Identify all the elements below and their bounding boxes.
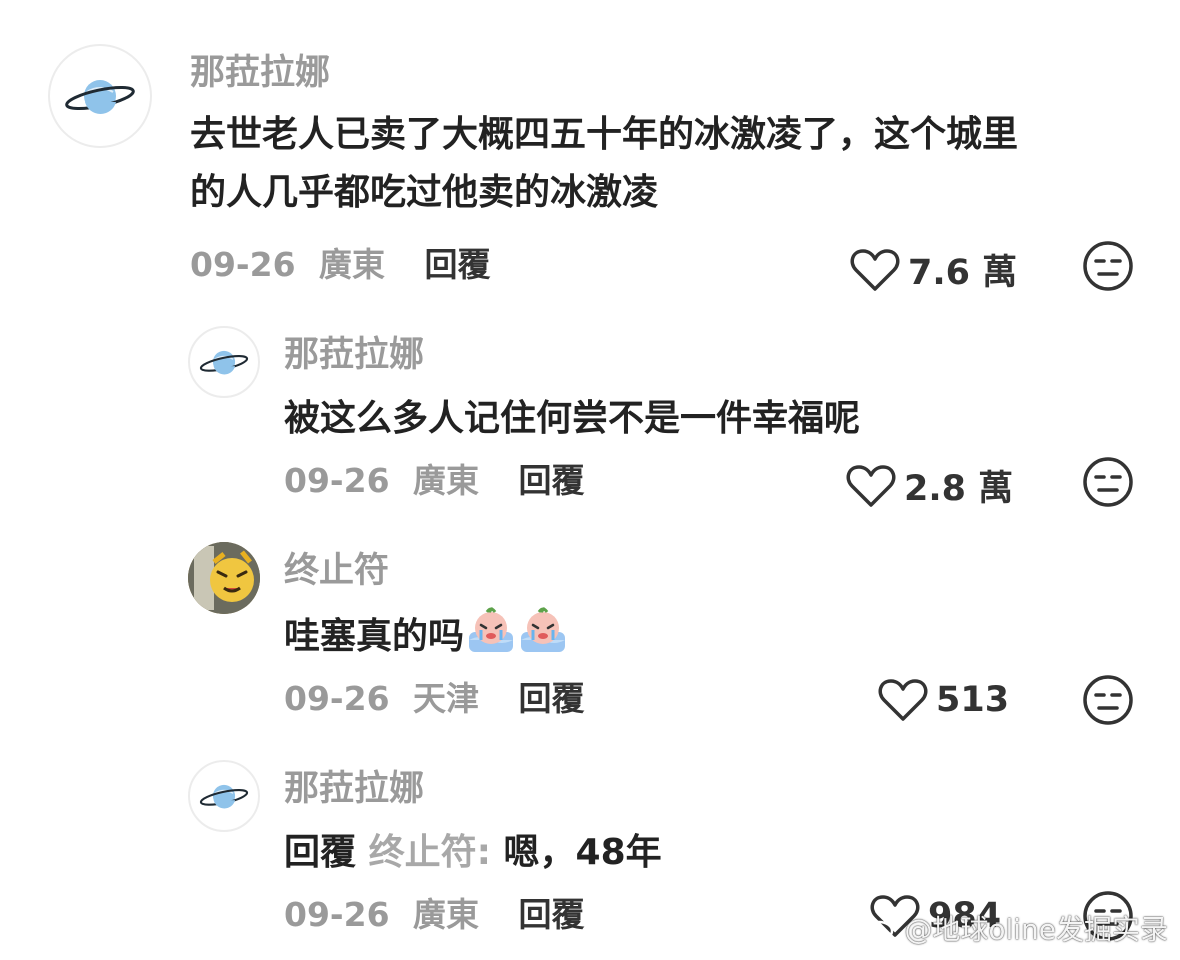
reply-button[interactable]: 回覆 [519,895,585,934]
neutral-face-icon [1083,675,1133,725]
comment-location: 廣東 [413,461,480,500]
planet-icon [199,784,249,809]
comment-date: 09-26 [284,679,390,718]
avatar[interactable] [188,542,260,614]
neutral-face-icon [1083,457,1133,507]
reply-button[interactable]: 回覆 [519,679,585,718]
dislike-button[interactable] [1082,674,1134,730]
comment-date: 09-26 [284,461,390,500]
comment-1: 那菈拉娜 去世老人已卖了大概四五十年的冰激凌了，这个城里 的人几乎都吃过他卖的冰… [0,0,1180,310]
comment-text-line: 的人几乎都吃过他卖的冰激凌 [190,172,659,213]
heart-icon [846,464,896,507]
comment-date: 09-26 [284,895,390,934]
dislike-button[interactable] [1082,456,1134,512]
like-button[interactable]: 7.6 萬 [850,244,1017,295]
like-button[interactable]: 2.8 萬 [846,460,1013,511]
comment-meta: 09-26 廣東 回覆 [284,464,585,497]
crying-emoji-icon [518,606,568,654]
username[interactable]: 那菈拉娜 [190,56,330,91]
comment-text: 去世老人已卖了大概四五十年的冰激凌了，这个城里 的人几乎都吃过他卖的冰激凌 [190,106,1018,222]
comment-text-body: 嗯，48年 [503,832,662,873]
dislike-button[interactable] [1082,240,1134,296]
username[interactable]: 那菈拉娜 [284,772,424,807]
watermark-text: @地球oline发掘实录 [904,913,1168,946]
comment-text: 哇塞真的吗 [284,606,568,672]
avatar[interactable] [188,760,260,832]
like-count: 513 [936,680,1010,720]
username[interactable]: 那菈拉娜 [284,338,424,373]
planet-icon [199,350,249,375]
reply-comment-2: 终止符 哇塞真的吗 09-26 天津 回覆 513 [0,540,1180,750]
comment-text: 回覆 终止符: 嗯，48年 [284,824,662,882]
heart-icon [850,248,900,291]
weibo-watermark: @地球oline发掘实录 [864,908,1168,948]
comment-meta: 09-26 廣東 回覆 [190,248,491,281]
comment-text: 被这么多人记住何尝不是一件幸福呢 [284,398,861,439]
avatar[interactable] [48,44,152,148]
comment-text-body: 哇塞真的吗 [284,616,465,657]
comment-meta: 09-26 天津 回覆 [284,682,585,715]
heart-icon [878,679,928,721]
reply-comment-1: 那菈拉娜 被这么多人记住何尝不是一件幸福呢 09-26 廣東 回覆 2.8 萬 [0,320,1180,520]
username[interactable]: 终止符 [284,554,389,589]
comment-text-line: 去世老人已卖了大概四五十年的冰激凌了，这个城里 [190,114,1019,155]
avatar[interactable] [188,326,260,398]
reply-to-username[interactable]: 终止符: [369,832,491,873]
comment-location: 廣東 [413,895,480,934]
reply-prefix: 回覆 [284,832,357,873]
reply-button[interactable]: 回覆 [519,461,585,500]
comment-date: 09-26 [190,245,296,284]
comment-location: 天津 [413,679,480,718]
like-count: 2.8 萬 [904,469,1014,509]
neutral-face-icon [1083,241,1133,291]
comment-meta: 09-26 廣東 回覆 [284,898,585,931]
comment-location: 廣東 [319,245,386,284]
weibo-logo-icon [865,915,899,942]
crying-emoji-icon [466,606,516,654]
like-button[interactable]: 513 [878,678,1009,722]
emoji-group [464,606,568,672]
planet-icon [65,80,135,115]
photo-avatar-icon [188,542,260,614]
like-count: 7.6 萬 [908,253,1018,293]
reply-button[interactable]: 回覆 [425,245,491,284]
